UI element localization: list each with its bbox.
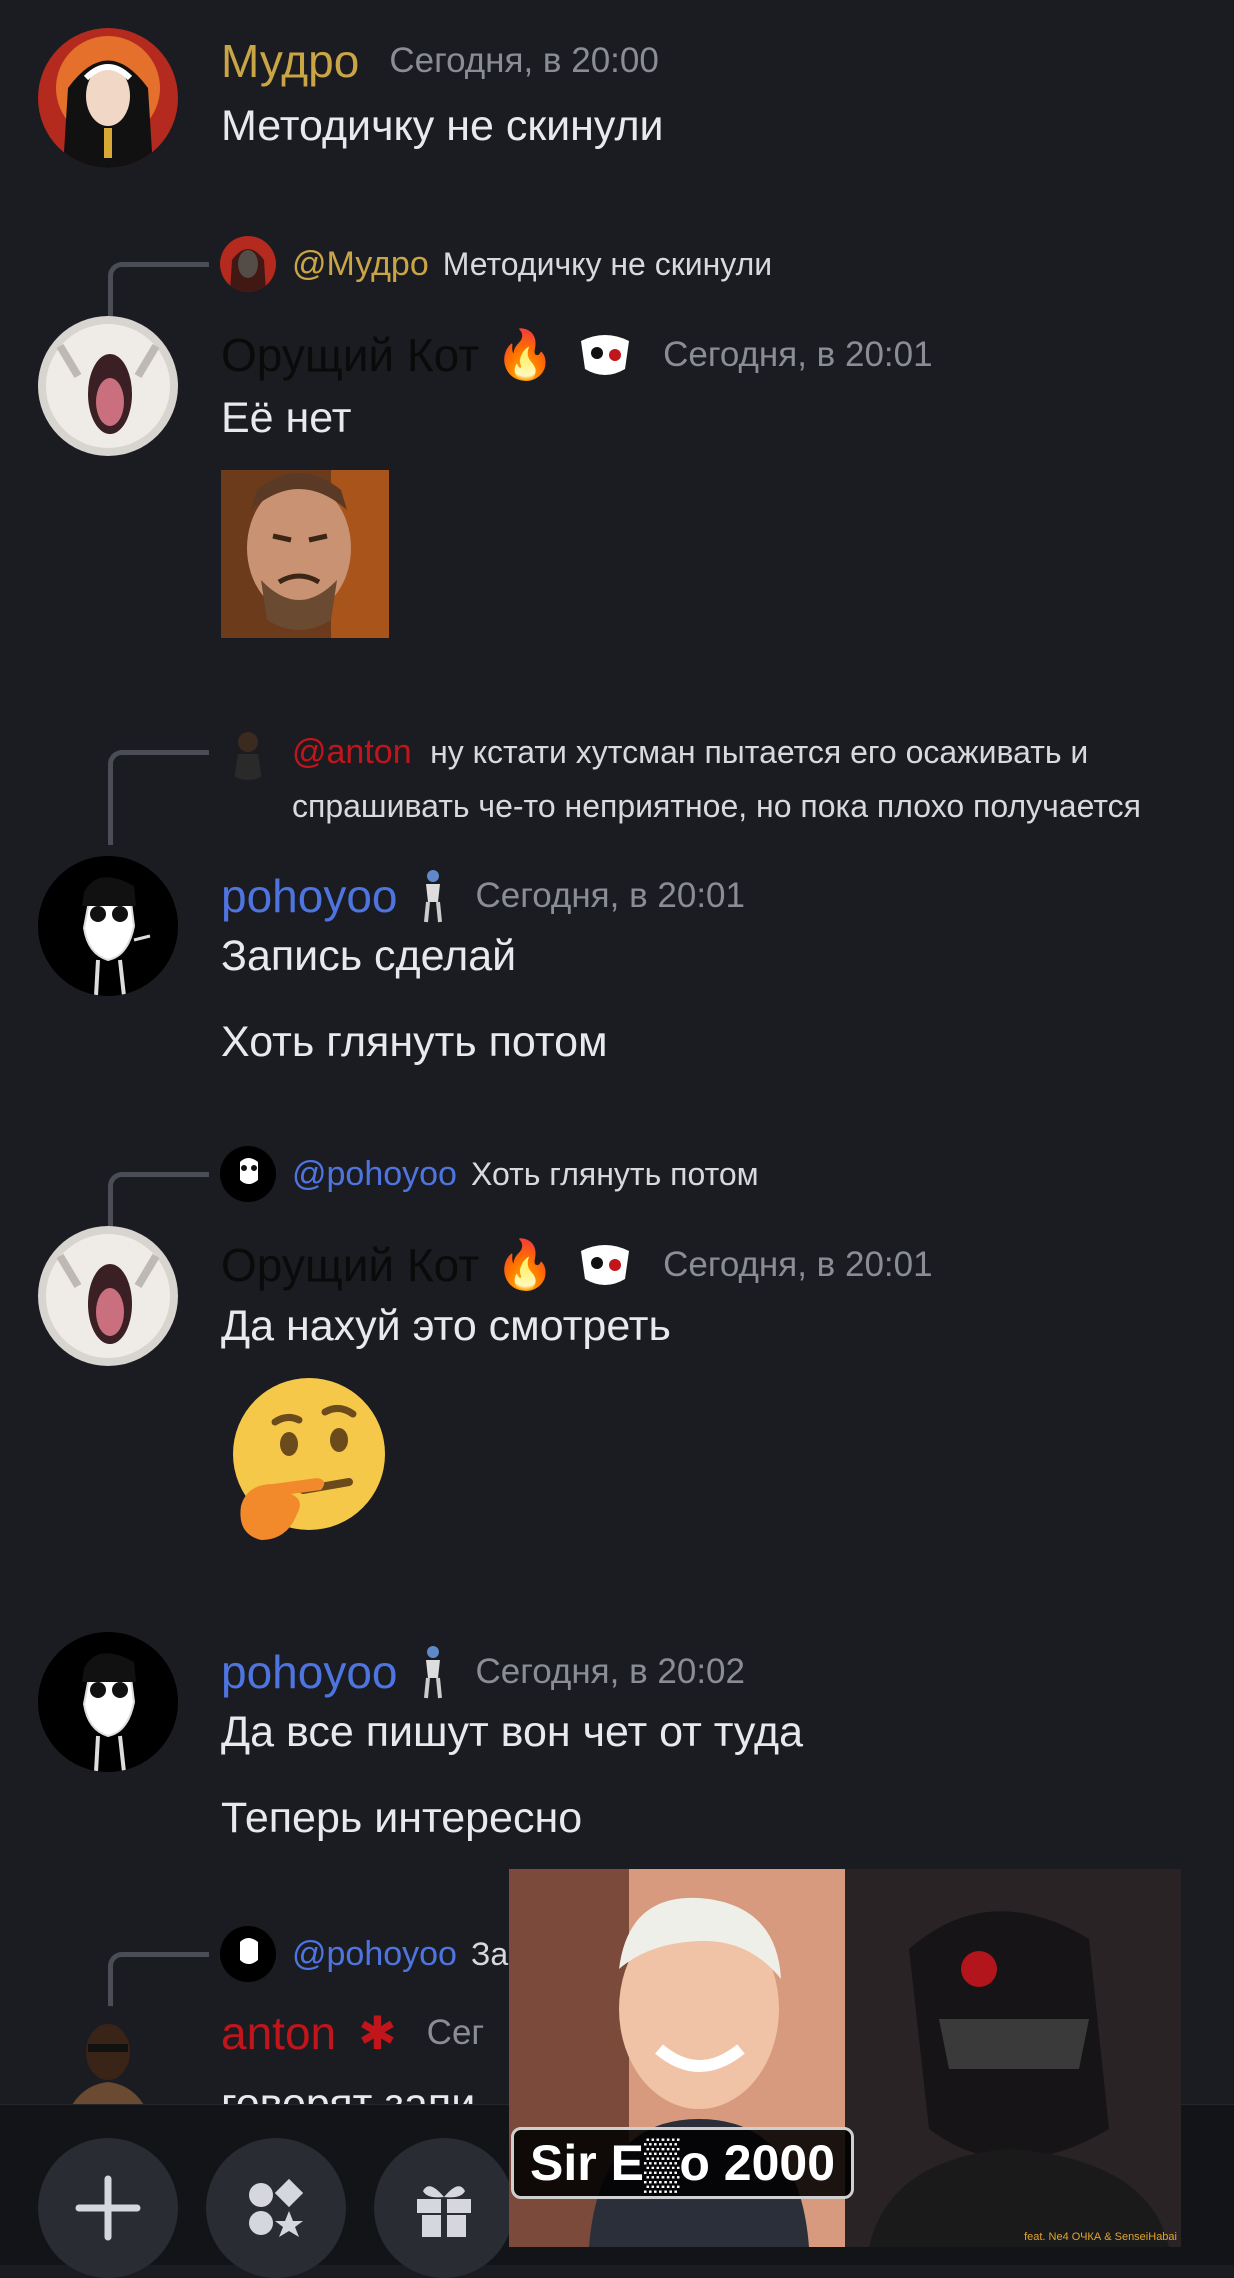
bluetooth-icon: ✱ — [358, 2007, 397, 2059]
avatar-cat[interactable] — [38, 316, 178, 456]
message-text[interactable]: Запись сделай — [221, 932, 516, 981]
reply-mention[interactable]: @pohoyoo — [292, 1146, 457, 1202]
message-text[interactable]: говорят запи — [221, 2080, 475, 2104]
avatar-anton[interactable] — [38, 2006, 178, 2104]
message-3: pohoyoo Сегодня, в 20:01 Запись сделай Х… — [0, 856, 1234, 1076]
avatar-pohoyoo[interactable] — [38, 856, 178, 996]
video-credit: feat. Ne4 ОЧКА & SenseiHabai — [1024, 2231, 1177, 2243]
gift-icon — [417, 2186, 471, 2237]
pip-video-overlay[interactable]: Sir E▒o 2000 feat. Ne4 ОЧКА & SenseiHaba… — [509, 1869, 1181, 2247]
reply-avatar — [220, 1146, 276, 1202]
message-text[interactable]: Методичку не скинули — [221, 102, 664, 151]
avatar-cat[interactable] — [38, 1226, 178, 1366]
avatar-pohoyoo[interactable] — [38, 1632, 178, 1772]
figure-icon — [420, 1644, 446, 1700]
apps-button[interactable] — [206, 2138, 346, 2278]
meme-image-attachment[interactable] — [221, 470, 389, 638]
reply-mention[interactable]: @Мудро — [292, 236, 429, 292]
reply-avatar — [220, 1926, 276, 1982]
reply-text: За — [470, 1936, 509, 1972]
message-text[interactable]: Хоть глянуть потом — [221, 1018, 608, 1067]
message-text[interactable]: Да нахуй это смотреть — [221, 1302, 671, 1351]
reply-text: ну кстати хутсман пытается его осаживать… — [292, 734, 1141, 824]
username[interactable]: Мудро — [221, 34, 359, 88]
message-5: pohoyoo Сегодня, в 20:02 Да все пишут во… — [0, 1632, 1234, 1852]
message-header: Орущий Кот 🔥 Сегодня, в 20:01 — [221, 1236, 933, 1293]
message-2: Орущий Кот 🔥 Сегодня, в 20:01 Её нет — [0, 316, 1234, 646]
username[interactable]: pohoyoo — [221, 869, 398, 923]
message-text[interactable]: Да все пишут вон чет от туда — [221, 1708, 803, 1757]
message-header: Орущий Кот 🔥 Сегодня, в 20:01 — [221, 326, 933, 383]
timestamp: Сегодня, в 20:01 — [475, 876, 746, 915]
avatar-mudro[interactable] — [38, 28, 178, 168]
thinking-emoji[interactable] — [221, 1374, 391, 1544]
message-4: Орущий Кот 🔥 Сегодня, в 20:01 Да нахуй э… — [0, 1226, 1234, 1556]
timestamp: Сегодня, в 20:01 — [663, 1244, 933, 1284]
mask-icon — [577, 333, 633, 377]
reply-avatar — [220, 236, 276, 292]
fire-icon: 🔥 — [495, 329, 556, 382]
message-header: pohoyoo Сегодня, в 20:02 — [221, 1644, 745, 1700]
message-header: anton ✱ Сег — [221, 2006, 484, 2060]
username[interactable]: pohoyoo — [221, 1645, 398, 1699]
figure-icon — [420, 868, 446, 924]
gift-button[interactable] — [374, 2138, 514, 2278]
timestamp: Сег — [426, 2013, 485, 2052]
username[interactable]: Орущий Кот — [221, 328, 479, 382]
timestamp: Сегодня, в 20:00 — [389, 41, 659, 80]
video-caption: Sir E▒o 2000 — [511, 2127, 855, 2199]
timestamp: Сегодня, в 20:02 — [475, 1652, 746, 1691]
reply-avatar — [220, 724, 276, 780]
reply-mention[interactable]: @anton — [292, 733, 412, 771]
message-header: Мудро Сегодня, в 20:00 — [221, 34, 659, 88]
message-header: pohoyoo Сегодня, в 20:01 — [221, 868, 745, 924]
timestamp: Сегодня, в 20:01 — [663, 334, 933, 374]
username[interactable]: Орущий Кот — [221, 1238, 479, 1292]
reply-spine — [108, 750, 209, 845]
username[interactable]: anton — [221, 2006, 336, 2060]
fire-icon: 🔥 — [495, 1239, 556, 1292]
reply-text: Хоть глянуть потом — [470, 1156, 759, 1192]
apps-icon — [249, 2178, 304, 2237]
mask-icon — [577, 1243, 633, 1287]
plus-icon — [75, 2175, 141, 2241]
message-1: Мудро Сегодня, в 20:00 Методичку не скин… — [0, 28, 1234, 168]
message-text[interactable]: Теперь интересно — [221, 1794, 582, 1843]
plus-button[interactable] — [38, 2138, 178, 2278]
reply-mention[interactable]: @pohoyoo — [292, 1926, 457, 1982]
message-text[interactable]: Её нет — [221, 394, 351, 443]
reply-text: Методичку не скинули — [442, 246, 773, 282]
